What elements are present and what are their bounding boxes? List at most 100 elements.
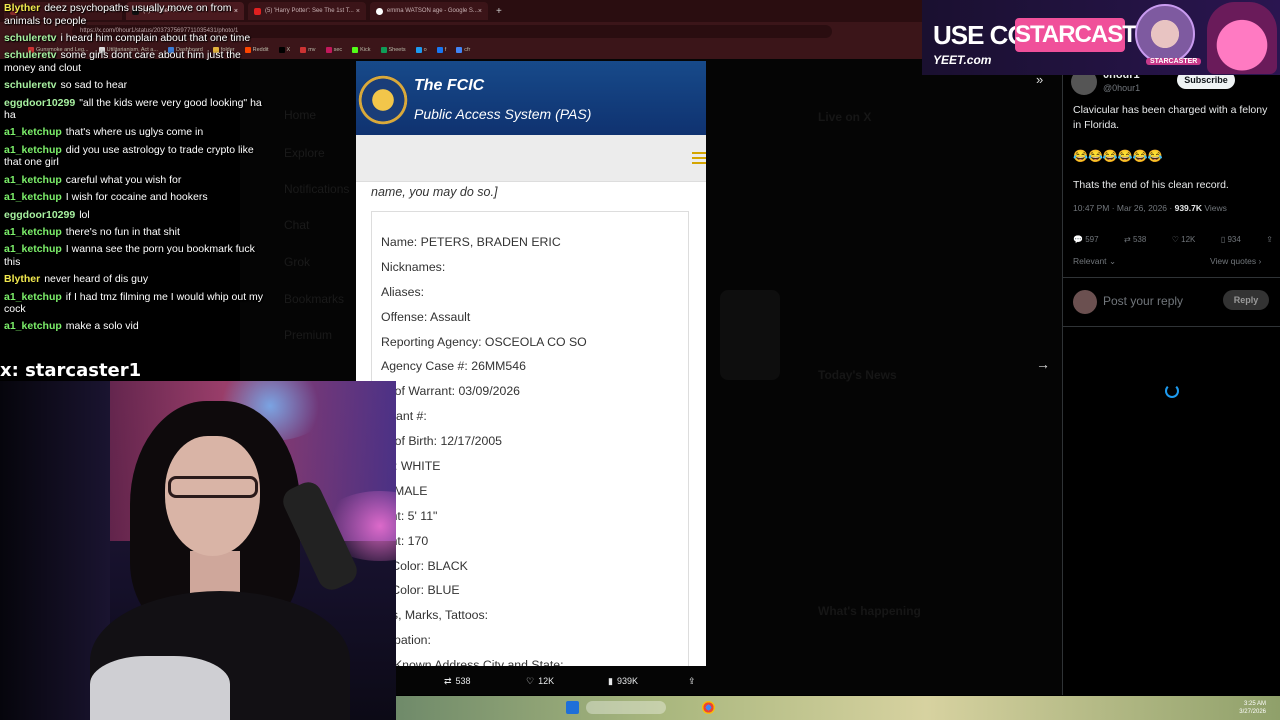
x-post-panel: 0hour1 @0hour1 Subscribe Clavicular has … bbox=[1062, 59, 1280, 695]
tab-close-icon[interactable]: × bbox=[478, 8, 482, 15]
record-field: ight: 170 bbox=[381, 533, 429, 548]
chat-message: a1_ketchup did you use astrology to trade… bbox=[4, 144, 266, 169]
record-field: Aliases: bbox=[381, 284, 425, 299]
chat-username[interactable]: a1_ketchup bbox=[4, 191, 62, 203]
streamer-webcam bbox=[0, 381, 396, 720]
chat-username[interactable]: Blyther bbox=[4, 273, 40, 285]
chrome-icon[interactable] bbox=[702, 701, 715, 714]
share-icon: ⇪ bbox=[1266, 235, 1273, 244]
chat-message: a1_ketchup I wanna see the porn you bookm… bbox=[4, 243, 266, 268]
reply-input[interactable]: Post your reply bbox=[1103, 294, 1183, 308]
record-field: te of Warrant: 03/09/2026 bbox=[381, 384, 520, 399]
chat-message: Blyther deez psychopaths usually move on … bbox=[4, 2, 266, 27]
chat-username[interactable]: a1_ketchup bbox=[4, 144, 62, 156]
nav-chat: Chat bbox=[284, 218, 310, 232]
chat-username[interactable]: schuleretv bbox=[4, 79, 57, 91]
yeet-logo: YEET.com bbox=[933, 53, 992, 67]
chat-text: there's no fun in that shit bbox=[65, 225, 180, 238]
record-field: ars, Marks, Tattoos: bbox=[381, 608, 489, 623]
chevron-down-icon: ⌄ bbox=[1108, 256, 1117, 266]
stream-chat: Blyther deez psychopaths usually move on … bbox=[0, 0, 270, 360]
fcic-header: The FCIC Public Access System (PAS) bbox=[356, 61, 706, 135]
chat-message: schuleretv some girls dont care about him… bbox=[4, 49, 266, 74]
record-field: arrant #: bbox=[381, 409, 427, 424]
chat-username[interactable]: a1_ketchup bbox=[4, 226, 62, 238]
user-avatar bbox=[1073, 290, 1097, 314]
chat-username[interactable]: eggdoor10299 bbox=[4, 209, 75, 221]
new-tab-button[interactable]: + bbox=[496, 6, 502, 17]
like-action[interactable]: ♡ 12K bbox=[1172, 235, 1196, 244]
record-field: Agency Case #: 26MM546 bbox=[381, 359, 526, 374]
blanket bbox=[90, 656, 230, 720]
bookmark-item[interactable]: cfr bbox=[456, 47, 470, 53]
bookmark-item[interactable]: Kick bbox=[352, 47, 371, 53]
chat-message: schuleretv so sad to hear bbox=[4, 79, 266, 92]
chat-username[interactable]: a1_ketchup bbox=[4, 243, 62, 255]
post-view-count: 939.7K bbox=[1174, 203, 1203, 213]
windows-start-icon[interactable] bbox=[566, 701, 579, 714]
heart-icon: ♡ bbox=[1171, 235, 1179, 244]
ad-badge: STARCASTER bbox=[1146, 58, 1202, 65]
bookmark-action[interactable]: ▯ 934 bbox=[1221, 235, 1241, 244]
bookmark-item[interactable]: o bbox=[415, 47, 427, 53]
bookmark-item[interactable]: Sheets bbox=[380, 47, 406, 53]
chat-message: a1_ketchup if I had tmz filming me I woul… bbox=[4, 291, 266, 316]
loading-spinner-icon bbox=[1165, 384, 1179, 398]
post-actions: 💬 597 ⇄ 538 ♡ 12K ▯ 934 ⇪ bbox=[1073, 235, 1273, 244]
chat-message: a1_ketchup careful what you wish for bbox=[4, 174, 266, 187]
chat-text: so sad to hear bbox=[60, 79, 128, 92]
nav-notifications: Notifications bbox=[284, 182, 350, 196]
sort-relevant-dropdown[interactable]: Relevant ⌄ bbox=[1073, 256, 1116, 267]
photo-repost-button[interactable]: ⇄ 538 bbox=[444, 676, 471, 687]
post-text-2: Thats the end of his clean record. bbox=[1073, 179, 1229, 191]
chat-text: lol bbox=[79, 208, 90, 221]
bookmark-icon: ▯ bbox=[1220, 235, 1226, 244]
chat-username[interactable]: schuleretv bbox=[4, 49, 57, 61]
bookmark-item[interactable]: f bbox=[436, 47, 446, 53]
record-field: ight: 5' 11" bbox=[381, 508, 438, 523]
record-field: Nicknames: bbox=[381, 259, 446, 274]
chat-username[interactable]: eggdoor10299 bbox=[4, 97, 75, 109]
bookmark-item[interactable]: X bbox=[278, 47, 290, 53]
todays-news-heading: Today's News bbox=[818, 368, 897, 382]
photo-share-button[interactable]: ⇪ bbox=[688, 676, 696, 687]
search-box[interactable] bbox=[586, 701, 666, 714]
share-action[interactable]: ⇪ bbox=[1266, 235, 1273, 244]
author-handle[interactable]: @0hour1 bbox=[1103, 83, 1140, 93]
photo-like-button[interactable]: ♡ 12K bbox=[526, 676, 554, 687]
repost-action[interactable]: ⇄ 538 bbox=[1124, 235, 1146, 244]
streamer-glasses bbox=[168, 476, 258, 498]
reply-composer: Post your reply Reply bbox=[1063, 277, 1280, 327]
dimmed-thumbnail bbox=[720, 290, 780, 380]
photo-views-button[interactable]: ▮ 939K bbox=[608, 676, 638, 687]
record-field: Offense: Assault bbox=[381, 309, 471, 324]
bookmark-item[interactable]: mv bbox=[300, 47, 316, 53]
chat-username[interactable]: a1_ketchup bbox=[4, 126, 62, 138]
system-clock: 3:25 AM 3/27/2026 bbox=[1239, 701, 1266, 715]
chat-message: a1_ketchup make a solo vid bbox=[4, 320, 266, 333]
fcic-nav-bar bbox=[356, 135, 706, 182]
chat-text: never heard of dis guy bbox=[44, 273, 149, 286]
bar-chart-icon: ▮ bbox=[608, 675, 613, 686]
reply-action[interactable]: 💬 597 bbox=[1073, 235, 1099, 244]
chat-message: a1_ketchup that's where us uglys come in bbox=[4, 126, 266, 139]
post-emojis: 😂😂😂😂😂😂 bbox=[1073, 149, 1163, 163]
post-meta: 10:47 PM · Mar 26, 2026 · 939.7K Views bbox=[1073, 203, 1227, 213]
tab-close-icon[interactable]: × bbox=[356, 8, 360, 15]
chat-username[interactable]: a1_ketchup bbox=[4, 291, 62, 303]
chat-username[interactable]: a1_ketchup bbox=[4, 174, 62, 186]
record-field: cupation: bbox=[381, 633, 431, 648]
record-field: Name: PETERS, BRADEN ERIC bbox=[381, 235, 561, 249]
bookmark-item[interactable]: sec bbox=[325, 47, 342, 53]
whats-happening-heading: What's happening bbox=[818, 604, 921, 618]
record-field: ce: WHITE bbox=[381, 459, 441, 474]
chat-text: I wish for cocaine and hookers bbox=[65, 191, 208, 204]
chat-username[interactable]: Blyther bbox=[4, 2, 40, 14]
next-photo-arrow-icon[interactable]: → bbox=[1036, 356, 1050, 372]
browser-tab-google[interactable]: emma WATSON age - Google S... × bbox=[370, 2, 488, 20]
reply-button[interactable]: Reply bbox=[1223, 290, 1269, 310]
repost-icon: ⇄ bbox=[1124, 235, 1131, 244]
chat-username[interactable]: a1_ketchup bbox=[4, 320, 62, 332]
view-quotes-link[interactable]: View quotes › bbox=[1210, 256, 1261, 266]
chat-username[interactable]: schuleretv bbox=[4, 32, 57, 44]
